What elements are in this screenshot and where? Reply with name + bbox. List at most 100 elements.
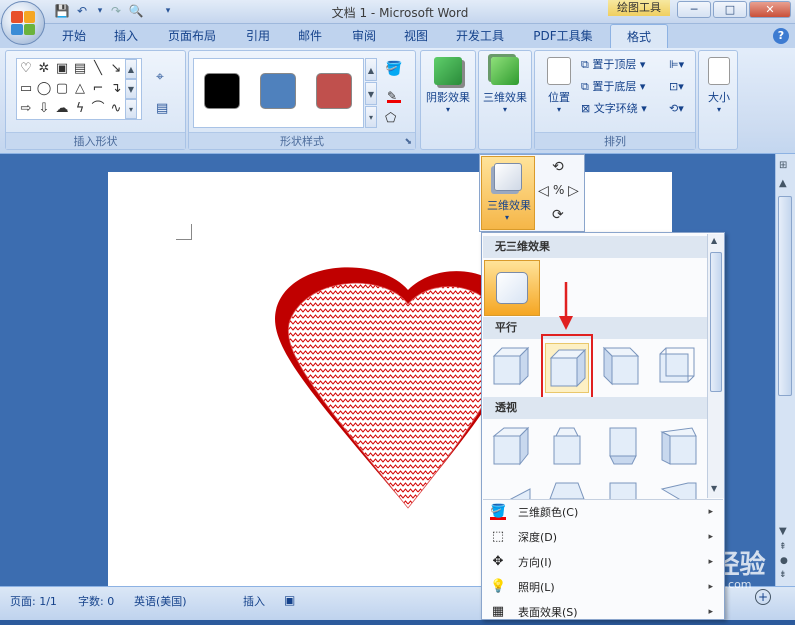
parallel-cube-option-4[interactable]	[656, 346, 698, 388]
tab-pdf-tools[interactable]: PDF工具集	[526, 24, 600, 48]
freeform-shape-icon[interactable]: ∿	[107, 99, 125, 119]
print-preview-icon[interactable]: 🔍	[128, 3, 144, 19]
perspective-cube-option-8[interactable]	[658, 479, 700, 499]
menu-item-surface[interactable]: ▦ 表面效果(S) ▸	[483, 600, 723, 625]
right-arrow-shape-icon[interactable]: ⇨	[17, 99, 35, 119]
down-arrow-shape-icon[interactable]: ⇩	[35, 99, 53, 119]
parallel-cube-option-2-selected[interactable]	[545, 343, 589, 393]
perspective-cube-option-3[interactable]	[602, 426, 644, 468]
maximize-button[interactable]: □	[713, 1, 747, 18]
dialog-launcher-icon[interactable]: ⬊	[404, 137, 412, 147]
ruler-toggle-icon[interactable]: ⊞	[779, 160, 787, 171]
page-counter[interactable]: 页面: 1/1	[10, 593, 57, 609]
shape-fill-icon[interactable]: 🪣	[385, 61, 402, 77]
size-button[interactable]: 大小 ▾	[694, 51, 744, 114]
tilt-left-icon[interactable]: ◁	[538, 183, 549, 199]
tab-home[interactable]: 开始	[52, 24, 96, 48]
bring-to-front-button[interactable]: ⧉ 置于顶层 ▾	[581, 55, 645, 75]
shape-outline-icon[interactable]: ✎	[387, 89, 401, 103]
gallery-more-icon[interactable]: ▾	[125, 99, 137, 119]
scroll-thumb[interactable]	[778, 196, 792, 396]
style-swatch-red[interactable]	[316, 73, 352, 109]
tilt-down-icon[interactable]: ⟳	[552, 207, 564, 223]
draw-textbox-icon[interactable]: ▤	[156, 101, 168, 116]
group-objects-icon[interactable]: ⊡▾	[669, 77, 684, 97]
macro-record-icon[interactable]: ▣	[284, 593, 295, 607]
vertical-scrollbar[interactable]: ⊞ ▲ ▼ ⇞ ● ⇟	[775, 154, 795, 586]
word-count[interactable]: 字数: 0	[78, 593, 114, 609]
rotate-icon[interactable]: ⟲▾	[669, 99, 684, 119]
scroll-down-icon[interactable]: ▼	[779, 526, 787, 537]
insert-mode-indicator[interactable]: 插入	[243, 593, 265, 609]
lightning-shape-icon[interactable]: ϟ	[71, 99, 89, 119]
perspective-cube-option-4[interactable]	[658, 426, 700, 468]
gallery-scroll-up-icon[interactable]: ▲	[125, 59, 137, 79]
styles-scroll-down-icon[interactable]: ▼	[365, 82, 377, 105]
3d-effects-button[interactable]: 三维效果 ▾	[480, 51, 530, 114]
callout-shape-icon[interactable]: ☁	[53, 99, 71, 119]
save-icon[interactable]: 💾	[54, 3, 70, 19]
next-page-icon[interactable]: ⇟	[779, 570, 787, 580]
rectangle-shape-icon[interactable]: ▭	[17, 79, 35, 99]
tab-mailings[interactable]: 邮件	[288, 24, 332, 48]
change-shape-icon[interactable]: ⬠	[385, 111, 396, 126]
style-swatch-blue[interactable]	[260, 73, 296, 109]
zoom-in-icon[interactable]: +	[755, 589, 771, 605]
tab-developer[interactable]: 开发工具	[448, 24, 512, 48]
gallery-scroll-down-icon[interactable]: ▼	[125, 79, 137, 99]
tab-view[interactable]: 视图	[394, 24, 438, 48]
help-icon[interactable]: ?	[773, 28, 789, 44]
align-icon[interactable]: ⊫▾	[669, 55, 684, 75]
tab-review[interactable]: 审阅	[342, 24, 386, 48]
undo-dropdown-icon[interactable]: ▾	[92, 3, 108, 19]
minimize-button[interactable]: ─	[677, 1, 711, 18]
3d-toggle-icon[interactable]: %	[553, 183, 564, 197]
3d-effects-dropdown-button[interactable]: 三维效果 ▾	[481, 156, 535, 230]
triangle-shape-icon[interactable]: △	[71, 79, 89, 99]
shapes-gallery[interactable]: ♡ ✲ ▣ ▤ ╲ ↘ ▲ ▭ ◯ ▢ △ ⌐ ↴ ▼ ⇨ ⇩ ☁ ϟ ⌒ ∿ …	[16, 58, 142, 120]
tab-references[interactable]: 引用	[236, 24, 280, 48]
send-to-back-button[interactable]: ⧉ 置于底层 ▾	[581, 77, 645, 97]
text-wrapping-button[interactable]: ⊠ 文字环绕 ▾	[581, 99, 647, 119]
no-3d-option[interactable]	[484, 260, 540, 316]
previous-page-icon[interactable]: ⇞	[779, 542, 787, 552]
perspective-cube-option-7[interactable]	[602, 479, 644, 499]
heart-shape-icon[interactable]: ♡	[17, 59, 35, 79]
styles-scroll-up-icon[interactable]: ▲	[365, 58, 377, 81]
line-shape-icon[interactable]: ╲	[89, 59, 107, 79]
rounded-rect-shape-icon[interactable]: ▢	[53, 79, 71, 99]
scroll-up-icon[interactable]: ▲	[779, 178, 787, 189]
menu-item-direction[interactable]: ✥ 方向(I) ▸	[483, 550, 723, 575]
perspective-cube-option-5[interactable]	[490, 479, 532, 499]
close-button[interactable]: ✕	[749, 1, 791, 18]
gallery-scroll-up-icon[interactable]: ▲	[711, 236, 717, 245]
customize-qat-icon[interactable]: ▾	[160, 3, 176, 19]
gallery-scrollbar[interactable]: ▲ ▼	[707, 234, 724, 498]
tab-insert[interactable]: 插入	[104, 24, 148, 48]
perspective-cube-option-2[interactable]	[546, 426, 588, 468]
edit-points-icon[interactable]: ⌖	[156, 69, 164, 85]
vertical-textbox-shape-icon[interactable]: ▤	[71, 59, 89, 79]
menu-item-3d-color[interactable]: 🪣 三维颜色(C) ▸	[483, 500, 723, 525]
position-button[interactable]: 位置 ▾	[539, 51, 579, 114]
menu-item-depth[interactable]: ⬚ 深度(D) ▸	[483, 525, 723, 550]
styles-more-icon[interactable]: ▾	[365, 106, 377, 128]
language-indicator[interactable]: 英语(美国)	[134, 593, 187, 609]
office-button[interactable]	[1, 1, 45, 45]
parallel-cube-option-3[interactable]	[600, 346, 642, 388]
tilt-right-icon[interactable]: ▷	[568, 183, 579, 199]
elbow-connector-shape-icon[interactable]: ⌐	[89, 79, 107, 99]
elbow-arrow-shape-icon[interactable]: ↴	[107, 79, 125, 99]
undo-icon[interactable]: ↶	[74, 3, 90, 19]
shadow-effects-button[interactable]: 阴影效果 ▾	[423, 51, 473, 114]
tab-page-layout[interactable]: 页面布局	[160, 24, 224, 48]
curve-shape-icon[interactable]: ⌒	[89, 99, 107, 119]
perspective-cube-option-6[interactable]	[546, 479, 588, 499]
arrow-line-shape-icon[interactable]: ↘	[107, 59, 125, 79]
textbox-shape-icon[interactable]: ▣	[53, 59, 71, 79]
gallery-scroll-thumb[interactable]	[710, 252, 722, 392]
redo-icon[interactable]: ↷	[108, 3, 124, 19]
parallel-cube-option-1[interactable]	[490, 346, 532, 388]
menu-item-lighting[interactable]: 💡 照明(L) ▸	[483, 575, 723, 600]
shape-styles-gallery[interactable]	[193, 58, 364, 128]
